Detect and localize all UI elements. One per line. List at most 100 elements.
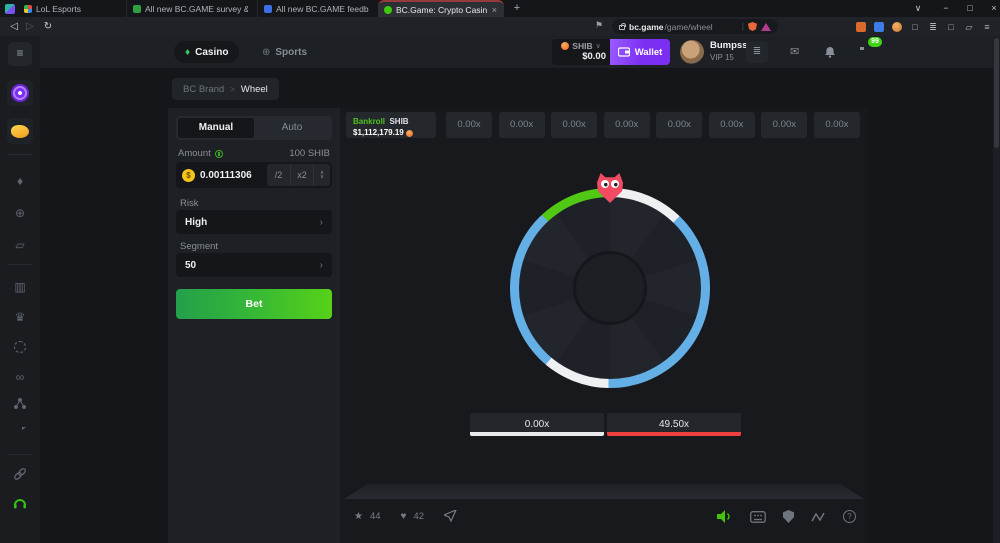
sidebar-divider [8,454,32,455]
bell-icon [824,46,836,58]
history-multiplier[interactable]: 0.00x [761,112,807,138]
sidebar-item-vip-club[interactable]: ♛ [0,306,40,328]
fairness-shield-icon[interactable] [783,510,794,523]
half-button[interactable]: /2 [267,164,290,186]
crown-icon: ♛ [15,310,26,324]
tab-search-icon[interactable]: ∨ [908,1,928,16]
sidebar-item-forum[interactable] [0,422,40,444]
wheel [510,188,710,388]
risk-select[interactable]: High › [176,210,332,234]
sidebar-item-live-support[interactable] [0,492,40,514]
history-multiplier[interactable]: 0.00x [814,112,860,138]
breadcrumb-section[interactable]: BC Brand [183,84,224,95]
scrollbar-thumb[interactable] [994,38,999,148]
quantity-stepper[interactable]: ∧ ∨ [313,164,330,186]
chevron-down-icon[interactable]: ∨ [320,175,324,180]
tab-survey[interactable]: All new BC.GAME survey & feedback [126,0,254,17]
tab-close-icon[interactable]: × [491,5,498,15]
tab-casino[interactable]: ♦ Casino [174,41,239,63]
triangle-extension-icon[interactable] [761,23,771,31]
maximize-button[interactable]: □ [960,1,980,16]
tab-manual[interactable]: Manual [178,118,254,138]
back-button[interactable]: ◁ [6,19,22,34]
sidebar-item-rewards[interactable] [7,118,33,144]
sidebar-item-provably-fair[interactable] [0,462,40,484]
inbox-button[interactable]: ✉ [790,45,799,58]
casino-label: Casino [195,47,228,58]
share-icon[interactable] [444,510,457,522]
notifications-button[interactable] [824,46,836,61]
username: Bumpss [710,40,747,51]
live-stats-icon[interactable] [811,511,826,523]
wallet-button[interactable]: Wallet [610,39,670,65]
tab-favicon [264,5,272,13]
diamond-icon: ♦ [17,174,23,188]
extension-icon[interactable] [856,22,866,32]
extensions-puzzle-icon[interactable]: □ [910,22,920,32]
sound-icon[interactable] [717,510,733,523]
extension-icon[interactable] [874,22,884,32]
segment-select[interactable]: 50 › [176,253,332,277]
shib-coin-icon [561,42,569,50]
address-bar[interactable]: bc.game /game/wheel | [612,19,778,34]
bookmark-icon[interactable]: ⚑ [595,20,603,31]
reload-button[interactable]: ↻ [40,19,56,34]
tab-lol-esports[interactable]: LoL Esports [18,0,122,17]
minimize-button[interactable]: − [936,1,956,16]
sidebar-item-bonus[interactable] [0,336,40,358]
sidebar-item-affiliate[interactable] [0,392,40,414]
sidebar-item-sports[interactable]: ⊕ [0,202,40,224]
history-multiplier[interactable]: 0.00x [499,112,545,138]
network-icon [13,397,27,410]
help-icon[interactable]: ? [843,510,856,523]
sidebar-divider [8,264,32,265]
sidebar-menu-button[interactable]: ≡ [8,42,32,66]
result-multiplier-low[interactable]: 0.00x [470,413,604,436]
amount-input[interactable]: $ 0.00111306 /2 x2 ∧ ∨ [176,162,332,188]
sidebar: ≡ ♦ ⊕ ▱ ▥ ♛ ∞ [0,36,40,543]
sports-ball-icon: ⊕ [262,47,270,58]
heart-icon[interactable]: ♥ [401,511,407,522]
amount-max-label: 100 SHIB [289,148,330,159]
star-icon[interactable]: ★ [354,511,363,522]
currency-selector[interactable]: SHIB ∨ $0.00 [552,39,610,65]
history-multiplier[interactable]: 0.00x [656,112,702,138]
chevron-down-icon: ∨ [596,42,601,50]
info-icon[interactable] [215,150,223,158]
tab-auto[interactable]: Auto [254,118,330,138]
profile-avatar-icon[interactable] [892,22,902,32]
sidebar-item-promotions[interactable] [7,80,33,106]
history-multiplier[interactable]: 0.00x [604,112,650,138]
close-window-button[interactable]: × [984,1,1000,16]
sidebar-item-lottery[interactable]: ▱ [0,234,40,256]
reading-list-icon[interactable]: ≣ [928,22,938,32]
double-button[interactable]: x2 [290,164,313,186]
tab-sports[interactable]: ⊕ Sports [254,41,315,63]
forward-button[interactable]: ▷ [22,19,38,34]
bet-button[interactable]: Bet [176,289,332,319]
casino-diamond-icon: ♦ [185,47,190,58]
user-avatar[interactable] [680,40,704,64]
tab-feedback[interactable]: All new BC.GAME feedback [257,0,375,17]
vip-progress-button[interactable]: ≣ [746,41,768,63]
result-multiplier-high[interactable]: 49.50x [607,413,741,436]
history-multiplier[interactable]: 0.00x [551,112,597,138]
sidebar-item-masks[interactable]: ∞ [0,366,40,388]
history-multiplier[interactable]: 0.00x [446,112,492,138]
history-multiplier[interactable]: 0.00x [709,112,755,138]
tab-bcgame-active[interactable]: BC.Game: Crypto Casino Games & × [378,0,504,17]
shib-coin-icon [406,130,413,137]
hotkeys-keyboard-icon[interactable] [750,511,766,523]
stage-floor [344,484,864,499]
sidebar-item-casino[interactable]: ♦ [0,170,40,192]
sidebar-item-trade[interactable]: ▥ [0,276,40,298]
workspace-icon[interactable] [5,4,15,14]
risk-value: High [185,217,207,228]
browser-menu-icon[interactable]: ≡ [982,22,992,32]
new-tab-button[interactable]: + [510,2,524,16]
shield-extension-icon[interactable] [748,22,757,31]
page-scrollbar[interactable] [993,36,1000,543]
user-meta[interactable]: Bumpss VIP 15 [710,40,747,62]
downloads-icon[interactable]: ▱ [964,22,974,32]
sidebar-toggle-icon[interactable]: □ [946,22,956,32]
